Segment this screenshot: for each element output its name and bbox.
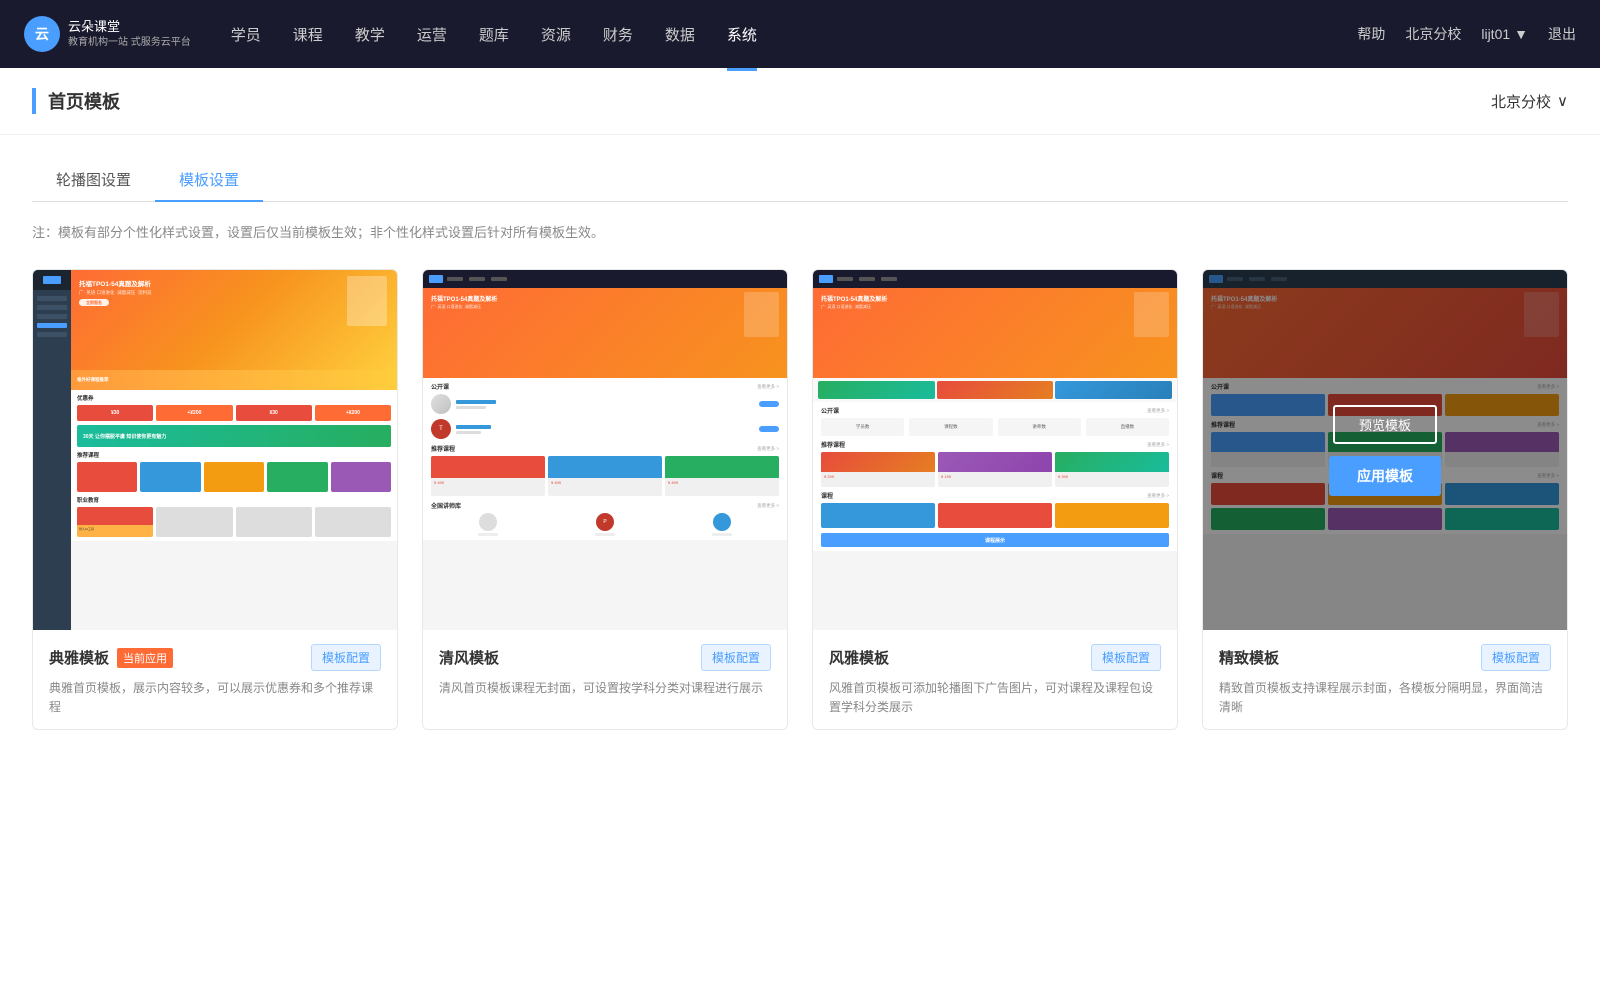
branch-link[interactable]: 北京分校 [1405,24,1461,44]
template-name-row-fengya: 风雅模板 模板配置 [829,644,1161,671]
nav-resources[interactable]: 资源 [541,20,571,49]
chevron-down-icon: ∨ [1557,92,1568,110]
config-button-jingzhi[interactable]: 模板配置 [1481,644,1551,671]
logo-text: 云朵课堂 教育机构一站 式服务云平台 [68,19,191,49]
nav-finance[interactable]: 财务 [603,20,633,49]
template-name-left-qingfeng: 清风模板 [439,647,499,668]
template-card-jingzhi: 托福TPO1-54真题及解析 广· 英语 口语进化 ·减脂减压 公开课 查看更多… [1202,269,1568,730]
logout-link[interactable]: 退出 [1548,24,1576,44]
note-text: 注：模板有部分个性化样式设置，设置后仅当前模板生效；非个性化样式设置后针对所有模… [32,222,1568,241]
main-nav: 学员 课程 教学 运营 题库 资源 财务 数据 系统 [231,20,1358,49]
nav-questions[interactable]: 题库 [479,20,509,49]
nav-courses[interactable]: 课程 [293,20,323,49]
template-name-left: 典雅模板 当前应用 [49,647,173,668]
tab-template[interactable]: 模板设置 [155,159,263,202]
apply-template-button[interactable]: 应用模板 [1329,456,1441,496]
config-button-qingfeng[interactable]: 模板配置 [701,644,771,671]
navbar-right: 帮助 北京分校 lijt01 ▼ 退出 [1357,24,1576,44]
template-name-label-fengya: 风雅模板 [829,647,889,668]
tab-carousel[interactable]: 轮播图设置 [32,159,155,202]
user-dropdown[interactable]: lijt01 ▼ [1481,26,1528,42]
tabs: 轮播图设置 模板设置 [32,159,1568,202]
template-name-left-fengya: 风雅模板 [829,647,889,668]
template-footer-qingfeng: 清风模板 模板配置 清风首页模板课程无封面，可设置按学科分类对课程进行展示 [423,630,787,710]
template-desc-qingfeng: 清风首页模板课程无封面，可设置按学科分类对课程进行展示 [439,679,771,698]
template-preview-fengya: 托福TPO1-54真题及解析 广· 英语 口语进化 ·减脂减压 公开课 [813,270,1177,630]
template-preview-jingzhi: 托福TPO1-54真题及解析 广· 英语 口语进化 ·减脂减压 公开课 查看更多… [1203,270,1567,630]
config-button-classic[interactable]: 模板配置 [311,644,381,671]
logo[interactable]: 云 云朵课堂 教育机构一站 式服务云平台 [24,16,191,52]
main-content: 轮播图设置 模板设置 注：模板有部分个性化样式设置，设置后仅当前模板生效；非个性… [0,135,1600,992]
template-name-row-jingzhi: 精致模板 模板配置 [1219,644,1551,671]
nav-data[interactable]: 数据 [665,20,695,49]
page-title: 首页模板 [32,88,120,114]
template-name-row: 典雅模板 当前应用 模板配置 [49,644,381,671]
navbar: 云 云朵课堂 教育机构一站 式服务云平台 学员 课程 教学 运营 题库 资源 财… [0,0,1600,68]
template-name-label: 典雅模板 [49,647,109,668]
template-name-left-jingzhi: 精致模板 [1219,647,1279,668]
nav-students[interactable]: 学员 [231,20,261,49]
template-name-label-qingfeng: 清风模板 [439,647,499,668]
template-card-fengya: 托福TPO1-54真题及解析 广· 英语 口语进化 ·减脂减压 公开课 [812,269,1178,730]
config-button-fengya[interactable]: 模板配置 [1091,644,1161,671]
template-footer-fengya: 风雅模板 模板配置 风雅首页模板可添加轮播图下广告图片，可对课程及课程包设置学科… [813,630,1177,729]
template-preview-classic: 托福TPO1-54真题及解析 广· 英语 口语进化 ·减脂减压 ·流利说 立即报… [33,270,397,630]
current-badge: 当前应用 [117,648,173,668]
template-desc-fengya: 风雅首页模板可添加轮播图下广告图片，可对课程及课程包设置学科分类展示 [829,679,1161,717]
template-footer-classic: 典雅模板 当前应用 模板配置 典雅首页模板，展示内容较多，可以展示优惠券和多个推… [33,630,397,729]
template-grid: 托福TPO1-54真题及解析 广· 英语 口语进化 ·减脂减压 ·流利说 立即报… [32,269,1568,730]
nav-system[interactable]: 系统 [727,20,757,49]
logo-icon: 云 [24,16,60,52]
page-header: 首页模板 北京分校 ∨ [0,68,1600,135]
chevron-down-icon: ▼ [1514,26,1528,42]
template-card-qingfeng: 托福TPO1-54真题及解析 广· 英语 口语进化 ·减脂减压 公开课 查看更多… [422,269,788,730]
template-desc-classic: 典雅首页模板，展示内容较多，可以展示优惠券和多个推荐课程 [49,679,381,717]
branch-selector[interactable]: 北京分校 ∨ [1491,91,1568,112]
template-footer-jingzhi: 精致模板 模板配置 精致首页模板支持课程展示封面，各模板分隔明显，界面简洁清晰 [1203,630,1567,729]
nav-teaching[interactable]: 教学 [355,20,385,49]
template-name-row-qingfeng: 清风模板 模板配置 [439,644,771,671]
preview-template-button[interactable]: 预览模板 [1333,405,1437,444]
template-overlay-jingzhi: 预览模板 应用模板 [1203,270,1567,630]
nav-operations[interactable]: 运营 [417,20,447,49]
template-desc-jingzhi: 精致首页模板支持课程展示封面，各模板分隔明显，界面简洁清晰 [1219,679,1551,717]
template-preview-qingfeng: 托福TPO1-54真题及解析 广· 英语 口语进化 ·减脂减压 公开课 查看更多… [423,270,787,630]
template-name-label-jingzhi: 精致模板 [1219,647,1279,668]
template-card-classic: 托福TPO1-54真题及解析 广· 英语 口语进化 ·减脂减压 ·流利说 立即报… [32,269,398,730]
help-link[interactable]: 帮助 [1357,24,1385,44]
